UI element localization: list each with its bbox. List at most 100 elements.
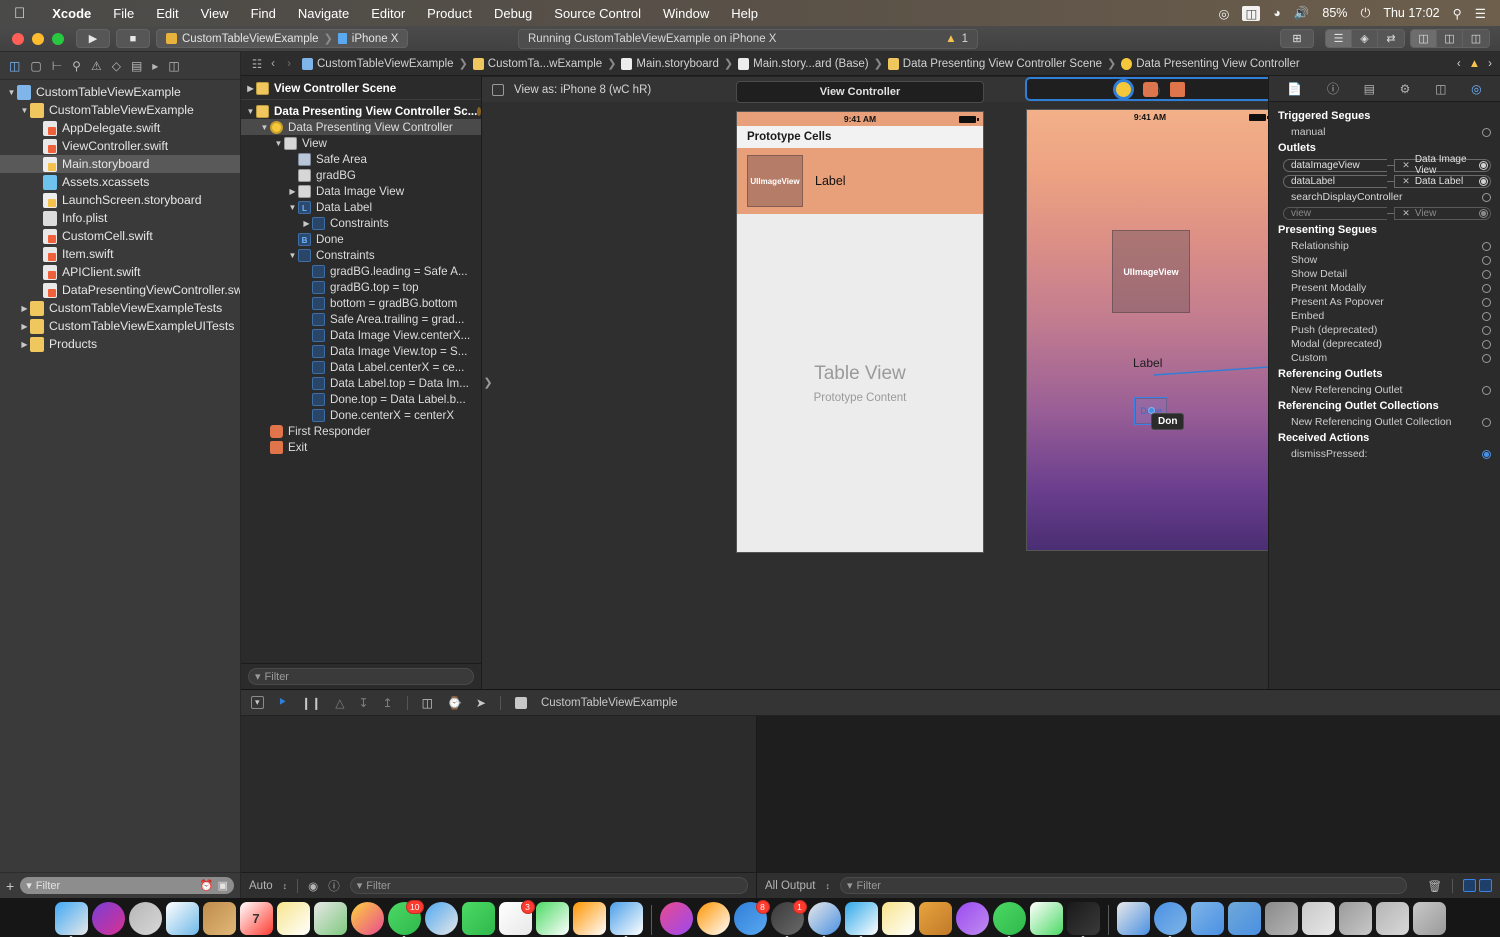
project-tree-row[interactable]: ViewController.swift (0, 137, 240, 155)
volume-icon[interactable]: 🔊 (1294, 6, 1310, 21)
outlet-target[interactable]: ✕ Data Label (1394, 174, 1491, 188)
dock-item[interactable] (807, 902, 841, 937)
dock-icon-finder[interactable] (54, 902, 88, 937)
forward-button[interactable]: › (281, 58, 297, 70)
console-filter-input[interactable]: ▾ Filter (840, 877, 1408, 894)
disclosure-triangle-icon[interactable]: ▼ (287, 251, 298, 260)
breadcrumb-item[interactable]: Main.story...ard (Base) (733, 57, 873, 70)
version-editor-button[interactable]: ⇄ (1378, 30, 1404, 47)
show-variables-button[interactable] (1463, 879, 1476, 892)
dock-item[interactable] (276, 902, 310, 935)
outlet-name[interactable]: dataImageView (1283, 158, 1388, 172)
inspector-connection-row[interactable]: Push (deprecated) (1269, 323, 1500, 337)
project-tree-row[interactable]: LaunchScreen.storyboard (0, 191, 240, 209)
dock-icon-messages[interactable]: 10 (387, 900, 424, 937)
inspector-connection-row[interactable]: Present As Popover (1269, 295, 1500, 309)
connection-well[interactable] (1482, 449, 1491, 459)
gradient-background-view[interactable] (1027, 110, 1268, 550)
disclosure-triangle-icon[interactable]: ▶ (301, 219, 312, 228)
menu-item-view[interactable]: View (190, 6, 240, 21)
menu-bar-clock[interactable]: Thu 17:02 (1383, 6, 1439, 20)
connection-well[interactable] (1482, 241, 1491, 251)
disconnect-icon[interactable]: ✕ (1402, 208, 1410, 219)
outline-row[interactable]: Safe Area (241, 151, 481, 167)
connection-well[interactable] (1482, 385, 1491, 395)
dock-icon-photos[interactable] (350, 902, 384, 935)
dock-item[interactable] (54, 902, 88, 937)
warning-indicator[interactable]: ▲ 1 (945, 33, 968, 45)
dock-item[interactable] (659, 902, 693, 935)
connection-well[interactable] (1479, 176, 1488, 186)
recent-files-icon[interactable]: ⏰ (200, 879, 214, 892)
dock-item[interactable] (424, 902, 458, 935)
eye-icon[interactable]: ◉ (308, 879, 318, 893)
dock-icon-facetime[interactable] (461, 902, 495, 935)
menu-item-debug[interactable]: Debug (483, 6, 543, 21)
dock-icon-notes2[interactable] (881, 902, 915, 935)
step-out-icon[interactable]: ↥ (383, 696, 393, 710)
disclosure-triangle-icon[interactable]: ▼ (19, 106, 30, 115)
outline-row[interactable]: ▼ Data Presenting View Controller Sc... (241, 103, 481, 119)
dock-icon-safari[interactable] (424, 902, 458, 935)
project-tree-row[interactable]: ▶ CustomTableViewExampleUITests (0, 317, 240, 335)
menu-item-source-control[interactable]: Source Control (543, 6, 652, 21)
dock-item[interactable] (461, 902, 495, 935)
back-button[interactable]: ‹ (265, 58, 281, 70)
connection-well[interactable] (1479, 208, 1488, 218)
dock-item[interactable] (350, 902, 384, 935)
dock-icon-stack[interactable] (1338, 902, 1372, 935)
menu-item-navigate[interactable]: Navigate (287, 6, 360, 21)
dock-icon-folder2[interactable] (1227, 902, 1261, 935)
disclosure-triangle-icon[interactable]: ▶ (287, 187, 298, 196)
dock-item[interactable] (1153, 902, 1187, 937)
inspector-connection-row[interactable]: manual (1269, 125, 1500, 139)
device-frame-table-view[interactable]: 9:41 AM Prototype Cells UIImageView Labe… (736, 111, 984, 553)
dock-item[interactable] (918, 902, 952, 935)
symbol-navigator-tab[interactable]: ⊢ (52, 59, 62, 73)
dock-icon-podcasts[interactable] (955, 902, 989, 935)
dock-item[interactable] (1066, 902, 1100, 937)
dock-item[interactable] (1412, 902, 1446, 935)
project-tree-row[interactable]: ▶ Products (0, 335, 240, 353)
menu-item-file[interactable]: File (102, 6, 145, 21)
outlet-target[interactable]: ✕ Data Image View (1394, 154, 1491, 176)
dock-item[interactable] (844, 902, 878, 937)
source-control-filter-icon[interactable]: ▣ (218, 879, 228, 892)
utilities-toggle-button[interactable]: ◫ (1463, 30, 1489, 47)
battery-percent[interactable]: 85% (1322, 6, 1347, 20)
dock-item[interactable] (535, 902, 569, 935)
menu-item-editor[interactable]: Editor (360, 6, 416, 21)
dock-item[interactable] (696, 902, 730, 935)
issue-next-button[interactable]: › (1488, 58, 1492, 70)
editor-mode-segment[interactable]: ☰ ◈ ⇄ (1325, 29, 1405, 48)
breakpoint-navigator-tab[interactable]: ▸ (152, 59, 158, 73)
dock-icon-xcode[interactable]: 1 (770, 900, 807, 937)
connection-well[interactable] (1482, 339, 1491, 349)
dock-item[interactable] (1190, 902, 1224, 935)
outline-filter-input[interactable]: ▾ Filter (248, 668, 474, 685)
dock-icon-notes[interactable] (276, 902, 310, 935)
menu-item-product[interactable]: Product (416, 6, 483, 21)
location-icon[interactable]: ➤ (476, 696, 486, 710)
identity-inspector-tab[interactable]: ▤ (1364, 82, 1375, 96)
dock-item[interactable]: 8 (733, 900, 770, 935)
prototype-cell[interactable]: UIImageView Label (737, 148, 983, 214)
outline-row[interactable]: Data Label.centerX = ce... (241, 359, 481, 375)
show-console-button[interactable] (1479, 879, 1492, 892)
dock-item[interactable]: 3 (498, 900, 535, 935)
dock-item[interactable] (91, 902, 125, 935)
project-tree-row[interactable]: Assets.xcassets (0, 173, 240, 191)
breadcrumb-item[interactable]: CustomTa...wExample (468, 57, 607, 70)
dock-item[interactable]: 1 (770, 900, 807, 937)
source-control-navigator-tab[interactable]: ▢ (30, 59, 41, 73)
memory-graph-icon[interactable]: ⌚ (447, 696, 462, 710)
project-tree-row[interactable]: Info.plist (0, 209, 240, 227)
stop-button[interactable]: ■ (116, 29, 150, 48)
scene-selection-dot[interactable] (477, 106, 481, 116)
outlet-name[interactable]: dataLabel (1283, 174, 1388, 188)
inspector-connection-row[interactable]: Show Detail (1269, 267, 1500, 281)
dock-icon-downloads[interactable] (1264, 902, 1298, 935)
console-content[interactable] (757, 716, 1500, 872)
project-tree[interactable]: ▼ CustomTableViewExample ▼ CustomTableViewE… (0, 80, 240, 872)
inspector-connection-row[interactable]: Modal (deprecated) (1269, 337, 1500, 351)
